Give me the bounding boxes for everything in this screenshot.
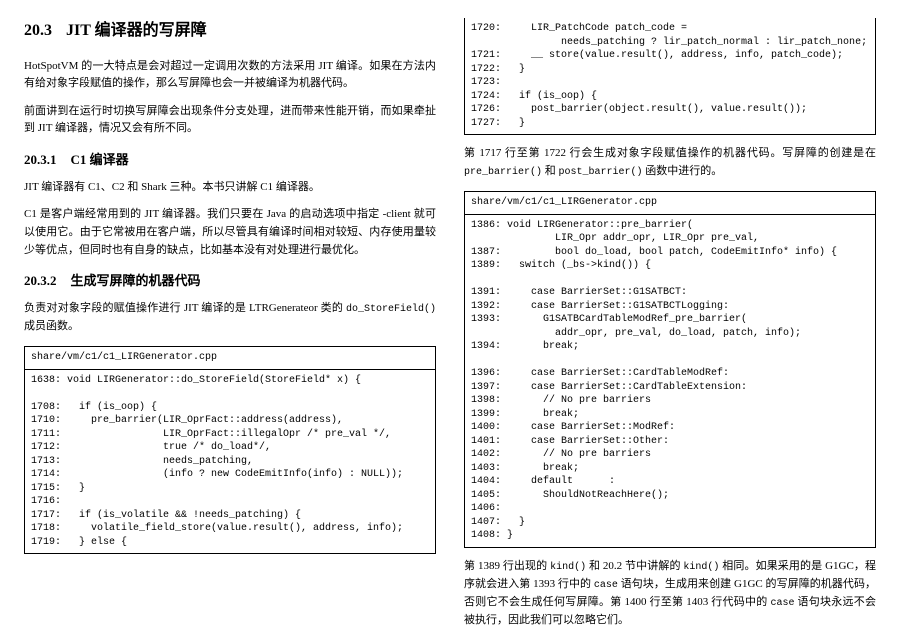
text-run: 和 <box>542 165 559 177</box>
code-listing-continued: 1720: LIR_PatchCode patch_code = needs_p… <box>464 18 876 135</box>
inline-code: case <box>594 580 618 591</box>
inline-code: case <box>771 598 795 609</box>
code-body: 1638: void LIRGenerator::do_StoreField(S… <box>25 370 435 554</box>
paragraph: 前面讲到在运行时切换写屏障会出现条件分支处理，进而带来性能开销，而如果牵扯到 J… <box>24 103 436 138</box>
inline-code: post_barrier() <box>559 167 643 178</box>
text-run: 成员函数。 <box>24 320 79 332</box>
subsection-title: 生成写屏障的机器代码 <box>71 273 201 288</box>
subsection-heading: 20.3.2 生成写屏障的机器代码 <box>24 271 436 292</box>
text-run: 第 1717 行至第 1722 行会生成对象字段赋值操作的机器代码。写屏障的创建… <box>464 147 876 159</box>
inline-code: pre_barrier() <box>464 167 542 178</box>
paragraph: 负责对对象字段的赋值操作进行 JIT 编译的是 LTRGenerateor 类的… <box>24 300 436 336</box>
paragraph: 第 1389 行出现的 kind() 和 20.2 节中讲解的 kind() 相… <box>464 558 876 628</box>
paragraph: HotSpotVM 的一大特点是会对超过一定调用次数的方法采用 JIT 编译。如… <box>24 58 436 93</box>
subsection-number: 20.3.2 <box>24 273 57 288</box>
subsection-title: C1 编译器 <box>71 152 129 167</box>
subsection-number: 20.3.1 <box>24 152 57 167</box>
right-column: 1720: LIR_PatchCode patch_code = needs_p… <box>450 0 900 525</box>
text-run: 第 1389 行出现的 <box>464 560 550 572</box>
code-filepath: share/vm/c1/c1_LIRGenerator.cpp <box>465 192 875 215</box>
subsection-heading: 20.3.1 C1 编译器 <box>24 150 436 171</box>
section-title: JIT 编译器的写屏障 <box>66 22 207 39</box>
inline-code: kind() <box>683 562 719 573</box>
paragraph: JIT 编译器有 C1、C2 和 Shark 三种。本书只讲解 C1 编译器。 <box>24 179 436 197</box>
code-body: 1720: LIR_PatchCode patch_code = needs_p… <box>465 18 875 134</box>
text-run: 负责对对象字段的赋值操作进行 JIT 编译的是 LTRGenerateor 类的 <box>24 302 346 314</box>
inline-code: do_StoreField() <box>346 304 436 315</box>
left-column: 20.3 JIT 编译器的写屏障 HotSpotVM 的一大特点是会对超过一定调用… <box>0 0 450 525</box>
section-number: 20.3 <box>24 22 52 39</box>
code-filepath: share/vm/c1/c1_LIRGenerator.cpp <box>25 347 435 370</box>
code-body: 1386: void LIRGenerator::pre_barrier( LI… <box>465 215 875 547</box>
text-run: 函数中进行的。 <box>643 165 723 177</box>
section-heading: 20.3 JIT 编译器的写屏障 <box>24 18 436 44</box>
paragraph: C1 是客户端经常用到的 JIT 编译器。我们只要在 Java 的启动选项中指定… <box>24 206 436 259</box>
code-listing: share/vm/c1/c1_LIRGenerator.cpp 1638: vo… <box>24 346 436 555</box>
paragraph: 第 1717 行至第 1722 行会生成对象字段赋值操作的机器代码。写屏障的创建… <box>464 145 876 181</box>
inline-code: kind() <box>550 562 586 573</box>
text-run: 和 20.2 节中讲解的 <box>586 560 683 572</box>
code-listing: share/vm/c1/c1_LIRGenerator.cpp 1386: vo… <box>464 191 876 548</box>
